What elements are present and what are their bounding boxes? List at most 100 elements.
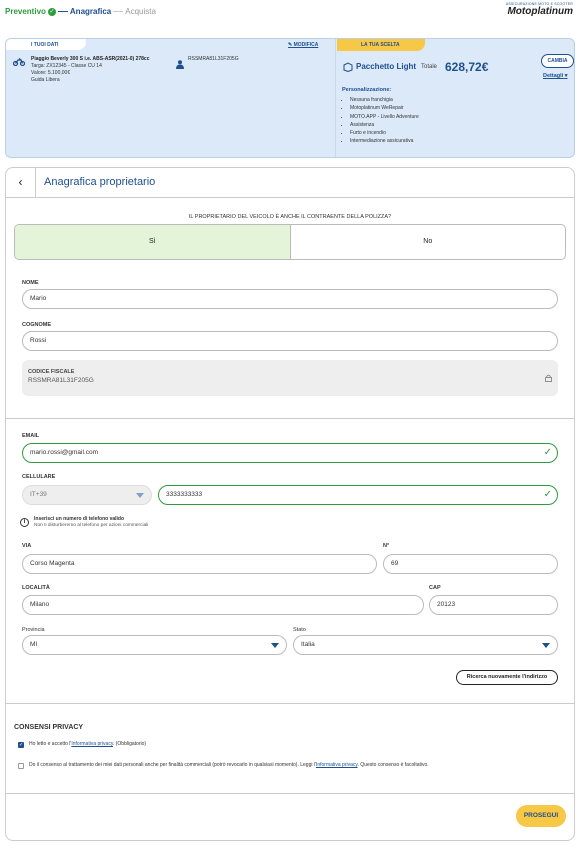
- province-value: MI: [30, 641, 38, 648]
- details-link[interactable]: Dettagli ▾: [543, 73, 567, 79]
- via-label: VIA: [22, 543, 32, 549]
- step-acquista: Acquista: [125, 7, 156, 16]
- number-label: N°: [383, 543, 390, 549]
- nome-input[interactable]: Mario: [22, 289, 558, 309]
- check-icon: ✓: [543, 489, 552, 500]
- top-bar: Preventivo ✓ Anagrafica Acquista ASSICUR…: [0, 0, 579, 26]
- info-icon: i: [20, 518, 29, 527]
- page-title: Anagrafica proprietario: [44, 176, 156, 188]
- continue-button[interactable]: PROSEGUI: [516, 805, 566, 827]
- privacy-link[interactable]: Informativa privacy: [71, 741, 113, 747]
- back-button[interactable]: ‹: [6, 168, 36, 197]
- consent-text: Ho letto e accetto l': [29, 741, 72, 747]
- email-value: mario.rossi@gmail.com: [30, 449, 98, 456]
- step-preventivo[interactable]: Preventivo: [5, 7, 46, 16]
- lock-icon: [545, 374, 552, 384]
- via-input[interactable]: Corso Magenta: [22, 554, 377, 574]
- cell-value: 3333333333: [166, 491, 203, 498]
- fiscal-code-value: RSSMRA81L31F205G: [28, 377, 94, 384]
- owner-contractor-toggle: Sì No: [14, 224, 566, 260]
- person-icon: [176, 56, 184, 74]
- cap-input[interactable]: 20123: [429, 595, 558, 615]
- list-item: Assistenza: [350, 121, 419, 129]
- package-icon: [343, 62, 353, 74]
- phone-hint-subtitle: Non ti disturberemo al telefono per azio…: [34, 523, 149, 528]
- country-label: Stato: [293, 627, 306, 633]
- yes-option[interactable]: Sì: [15, 225, 291, 259]
- locality-label: LOCALITÀ: [22, 585, 50, 591]
- no-option[interactable]: No: [291, 225, 566, 259]
- summary-panel: I TUOI DATI ✎ MODIFICA Piaggio Beverly 3…: [5, 38, 575, 158]
- motorcycle-icon: [12, 57, 26, 68]
- fiscal-code-field: CODICE FISCALE RSSMRA81L31F205G: [22, 360, 558, 396]
- fiscal-code-label: CODICE FISCALE: [28, 369, 75, 375]
- owner-form-card: ‹ Anagrafica proprietario IL PROPRIETARI…: [5, 167, 575, 841]
- list-item: Nessuna franchigia: [350, 96, 419, 104]
- chevron-down-icon: [136, 493, 144, 498]
- via-value: Corso Magenta: [30, 560, 75, 567]
- marketing-checkbox[interactable]: [18, 763, 24, 769]
- section-divider: [6, 703, 574, 704]
- section-divider: [6, 793, 574, 794]
- vehicle-info: Piaggio Beverly 300 S i.e. ABS-ASR(2021-…: [31, 56, 149, 84]
- cell-label: CELLULARE: [22, 474, 56, 480]
- nome-label: NOME: [22, 280, 39, 286]
- choice-section: LA TUA SCELTA Pacchetto Light Totale 628…: [337, 39, 575, 157]
- list-item: Motoplatinum WeRepair: [350, 104, 419, 112]
- change-button[interactable]: CAMBIA: [541, 54, 574, 68]
- chevron-down-icon: [542, 643, 550, 648]
- consent-text: . Questo consenso è facoltativo.: [357, 762, 429, 768]
- privacy-consent-text: Ho letto e accetto l'Informativa privacy…: [29, 741, 146, 747]
- brand-logo[interactable]: ASSICURAZIONE MOTO E SCOOTER Motoplatinu…: [501, 2, 573, 24]
- list-item: MOTO.APP - Livello Adventure: [350, 113, 419, 121]
- customization-title: Personalizzazione:: [342, 87, 392, 93]
- choice-tag: LA TUA SCELTA: [337, 39, 425, 51]
- user-data-tag: I TUOI DATI: [6, 39, 86, 50]
- number-value: 69: [391, 560, 399, 567]
- chevron-down-icon: ▾: [564, 73, 568, 79]
- user-data-section: I TUOI DATI ✎ MODIFICA Piaggio Beverly 3…: [6, 39, 336, 157]
- cap-value: 20123: [437, 601, 456, 608]
- check-icon: ✓: [543, 447, 552, 458]
- logo-text: Motoplatinum: [507, 6, 573, 17]
- vehicle-guide: Guida Libera: [31, 77, 60, 83]
- privacy-checkbox[interactable]: ✓: [18, 742, 24, 748]
- cell-input[interactable]: 3333333333 ✓: [158, 485, 558, 505]
- chevron-left-icon: ‹: [18, 175, 23, 189]
- country-select[interactable]: Italia: [293, 635, 558, 655]
- cap-label: CAP: [429, 585, 441, 591]
- privacy-link[interactable]: Informativa privacy: [316, 762, 358, 768]
- list-item: Intermediazione assicurativa: [350, 137, 419, 145]
- search-address-button[interactable]: Ricerca nuovamente l'indirizzo: [456, 670, 558, 685]
- chevron-down-icon: [271, 643, 279, 648]
- edit-label: MODIFICA: [293, 42, 319, 48]
- number-input[interactable]: 69: [383, 554, 558, 574]
- step-anagrafica: Anagrafica: [69, 7, 112, 16]
- prefix-value: IT+39: [30, 491, 47, 498]
- consent-text: Do il consenso al trattamento dei miei d…: [29, 762, 316, 768]
- marketing-consent-text: Do il consenso al trattamento dei miei d…: [29, 762, 429, 768]
- step-connector: [113, 11, 124, 12]
- prefix-select[interactable]: IT+39: [22, 485, 152, 505]
- locality-value: Milano: [30, 601, 50, 608]
- consent-text: . (Obbligatorio): [112, 741, 147, 747]
- vehicle-value: Valore: 5.100,00€: [31, 70, 71, 76]
- total-label: Totale: [421, 64, 438, 70]
- card-header: ‹ Anagrafica proprietario: [6, 168, 574, 198]
- country-value: Italia: [301, 641, 315, 648]
- check-icon: ✓: [47, 7, 56, 16]
- step-connector: [57, 11, 68, 12]
- province-label: Provincia: [22, 627, 45, 633]
- details-label: Dettagli: [543, 73, 564, 79]
- privacy-title: CONSENSI PRIVACY: [14, 724, 84, 731]
- customization-list: Nessuna franchigia Motoplatinum WeRepair…: [350, 96, 419, 146]
- total-value: 628,72€: [445, 60, 489, 74]
- edit-link[interactable]: ✎ MODIFICA: [288, 42, 318, 48]
- province-select[interactable]: MI: [22, 635, 287, 655]
- locality-input[interactable]: Milano: [22, 595, 424, 615]
- section-divider: [6, 418, 574, 419]
- owner-fiscal-code: RSSMRA81L31F205G: [188, 56, 239, 62]
- cognome-label: COGNOME: [22, 322, 52, 328]
- email-input[interactable]: mario.rossi@gmail.com ✓: [22, 443, 558, 463]
- cognome-input[interactable]: Rossi: [22, 331, 558, 351]
